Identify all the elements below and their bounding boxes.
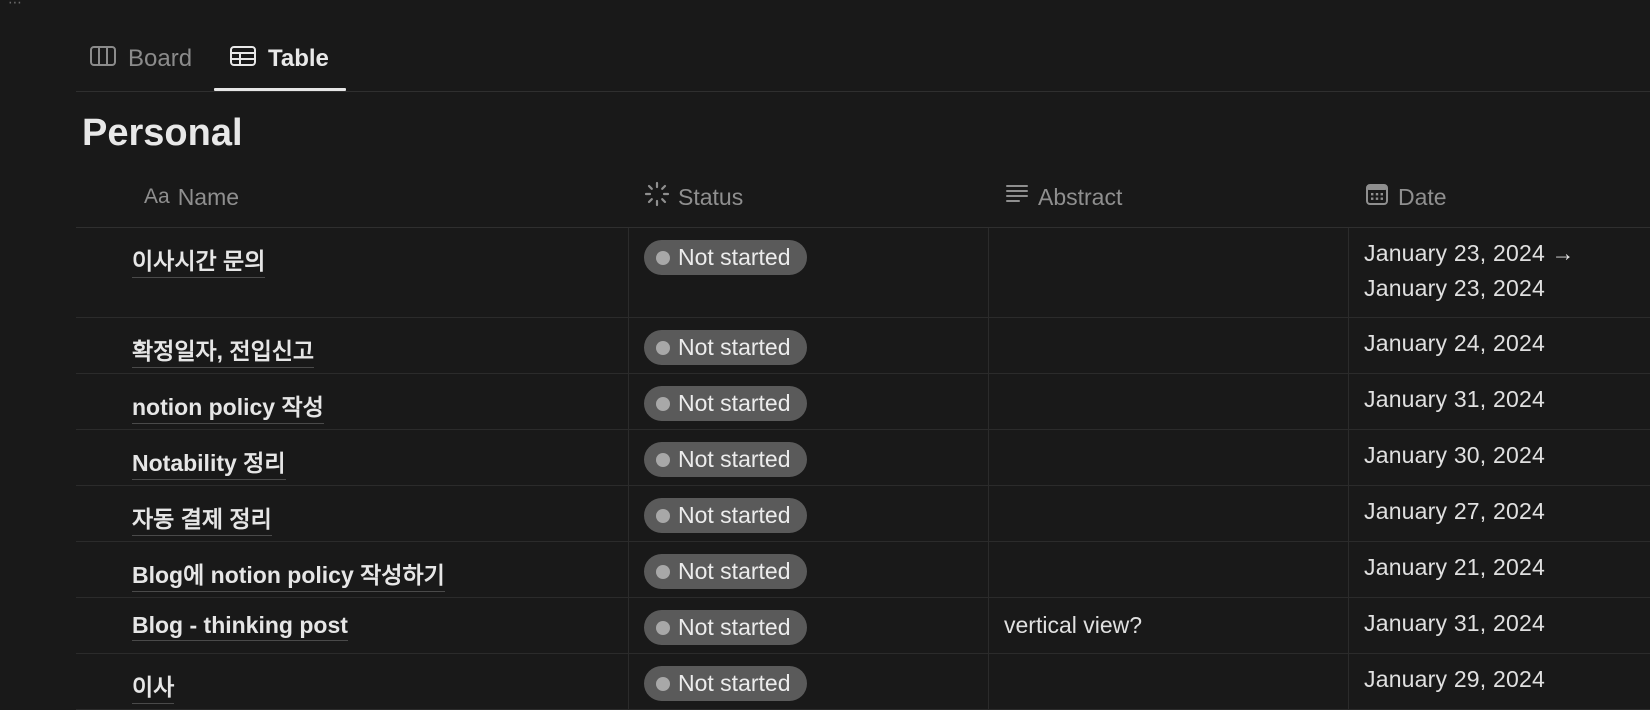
table-row[interactable]: Notability 정리 Not started January 30, 20… xyxy=(76,430,1650,486)
table-row[interactable]: 자동 결제 정리 Not started January 27, 2024 xyxy=(76,486,1650,542)
database-title: Personal xyxy=(82,112,243,154)
row-name[interactable]: Blog - thinking post xyxy=(132,612,348,641)
text-lines-icon xyxy=(1004,181,1030,213)
status-dot-icon xyxy=(656,564,670,579)
tab-board-label: Board xyxy=(128,45,193,72)
column-header-status-label: Status xyxy=(678,183,744,210)
status-dot-icon xyxy=(656,452,670,467)
status-badge[interactable]: Not started xyxy=(644,554,807,589)
status-label: Not started xyxy=(678,558,791,584)
database-table: Aa Name Status Abstract Date 이사시간 문의 Not… xyxy=(76,167,1650,710)
status-badge[interactable]: Not started xyxy=(644,330,807,365)
table-header: Aa Name Status Abstract Date xyxy=(76,167,1650,228)
row-date[interactable]: January 21, 2024 xyxy=(1364,550,1545,585)
status-property-icon xyxy=(644,181,670,213)
board-icon xyxy=(88,41,118,78)
status-badge[interactable]: Not started xyxy=(644,386,807,421)
status-dot-icon xyxy=(656,396,670,411)
table-row[interactable]: 이사시간 문의 Not started January 23, 2024 → Ja… xyxy=(76,228,1650,318)
row-name[interactable]: 이사 xyxy=(132,668,175,704)
text-property-icon: Aa xyxy=(144,185,170,208)
row-name[interactable]: Notability 정리 xyxy=(132,444,286,480)
tab-table[interactable]: Table xyxy=(228,28,329,90)
table-row[interactable]: 확정일자, 전입신고 Not started January 24, 2024 xyxy=(76,318,1650,374)
status-badge[interactable]: Not started xyxy=(644,666,807,701)
column-header-name-label: Name xyxy=(177,183,240,210)
status-dot-icon xyxy=(656,508,670,523)
column-header-name[interactable]: Aa Name xyxy=(144,167,239,227)
calendar-icon xyxy=(1364,181,1390,213)
status-label: Not started xyxy=(678,390,791,416)
status-badge[interactable]: Not started xyxy=(644,240,807,275)
status-dot-icon xyxy=(656,620,670,635)
table-row[interactable]: notion policy 작성 Not started January 31,… xyxy=(76,374,1650,430)
row-abstract[interactable]: vertical view? xyxy=(1004,612,1142,639)
view-tabs: Board Table xyxy=(76,28,1650,92)
column-header-abstract[interactable]: Abstract xyxy=(1004,167,1122,227)
row-date[interactable]: January 29, 2024 xyxy=(1364,662,1545,697)
status-badge[interactable]: Not started xyxy=(644,442,807,477)
top-fragment-icon: ⋯ xyxy=(8,0,24,10)
table-row[interactable]: Blog에 notion policy 작성하기 Not started Jan… xyxy=(76,542,1650,598)
row-date[interactable]: January 31, 2024 xyxy=(1364,382,1545,417)
row-name[interactable]: 자동 결제 정리 xyxy=(132,500,272,536)
table-icon xyxy=(228,41,258,78)
column-header-date-label: Date xyxy=(1398,183,1447,210)
date-end: January 23, 2024 xyxy=(1364,275,1545,301)
row-name[interactable]: Blog에 notion policy 작성하기 xyxy=(132,556,445,592)
table-row[interactable]: Blog - thinking post Not started vertica… xyxy=(76,598,1650,654)
tab-board[interactable]: Board xyxy=(88,28,192,90)
status-badge[interactable]: Not started xyxy=(644,610,807,645)
column-header-abstract-label: Abstract xyxy=(1038,183,1123,210)
row-name[interactable]: 이사시간 문의 xyxy=(132,242,266,278)
status-label: Not started xyxy=(678,614,791,640)
status-label: Not started xyxy=(678,670,791,696)
column-header-date[interactable]: Date xyxy=(1364,167,1447,227)
column-header-status[interactable]: Status xyxy=(644,167,743,227)
row-date[interactable]: January 31, 2024 xyxy=(1364,606,1545,641)
status-dot-icon xyxy=(656,250,670,265)
status-label: Not started xyxy=(678,502,791,528)
row-name[interactable]: notion policy 작성 xyxy=(132,388,324,424)
row-date[interactable]: January 24, 2024 xyxy=(1364,326,1545,361)
status-label: Not started xyxy=(678,244,791,270)
status-dot-icon xyxy=(656,340,670,355)
row-date[interactable]: January 27, 2024 xyxy=(1364,494,1545,529)
status-label: Not started xyxy=(678,446,791,472)
tab-table-label: Table xyxy=(268,45,329,72)
divider xyxy=(76,91,1650,92)
status-label: Not started xyxy=(678,334,791,360)
row-date[interactable]: January 30, 2024 xyxy=(1364,438,1545,473)
row-date[interactable]: January 23, 2024 → January 23, 2024 xyxy=(1364,236,1575,306)
status-badge[interactable]: Not started xyxy=(644,498,807,533)
date-start: January 23, 2024 → xyxy=(1364,240,1575,266)
row-name[interactable]: 확정일자, 전입신고 xyxy=(132,332,315,368)
status-dot-icon xyxy=(656,676,670,691)
table-row[interactable]: 이사 Not started January 29, 2024 xyxy=(76,654,1650,710)
